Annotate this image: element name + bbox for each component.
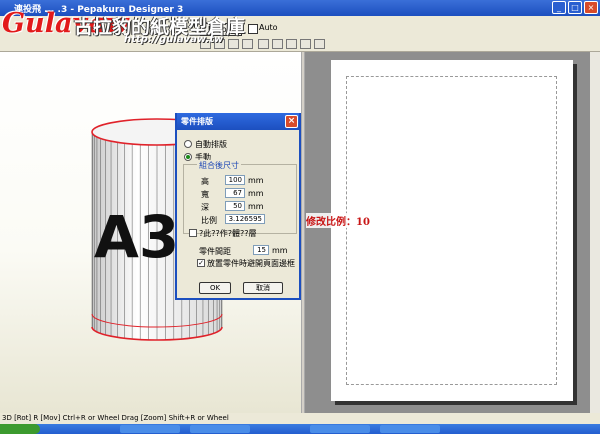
2d-view-pane[interactable] [305,52,600,413]
auto-label: Auto [259,23,278,32]
logo-url: http://gulavaw.tw [124,34,224,45]
start-button[interactable] [0,424,40,434]
scale-label: 比例 [201,216,217,225]
depth-unit: mm [248,202,264,211]
zoom-out-icon[interactable] [300,39,311,49]
avoid-border-label: 放置零件時避開頁面邊框 [207,259,295,268]
depth-field[interactable]: 50 [225,201,245,211]
parts-layout-dialog: 零件排版 × 自動排版 手動 組合後尺寸 高 100 mm 寬 67 mm 深 … [175,113,301,300]
close-window-button[interactable]: × [584,1,598,14]
height-unit: mm [248,176,264,185]
width-unit: mm [248,189,264,198]
print-area-border [346,76,557,385]
ok-button[interactable]: OK [199,282,231,294]
spacing-label: 零件間距 [199,247,231,256]
minimize-button[interactable]: _ [552,1,566,14]
taskbar-item[interactable] [380,425,440,433]
status-text: 3D [Rot] R [Mov] Ctrl+R or Wheel Drag [Z… [2,414,229,422]
manual-radio[interactable] [184,153,192,161]
size-group-title: 組合後尺寸 [197,160,241,171]
spacing-field[interactable]: 15 [253,245,269,255]
cancel-button[interactable]: 取消 [243,282,283,294]
taskbar-item[interactable] [190,425,250,433]
keep-ratio-checkbox[interactable] [189,229,197,237]
dialog-title-text: 零件排版 [181,117,213,126]
paper-sheet [331,60,573,401]
scale-field[interactable]: 3.126595 [225,214,265,224]
taskbar-item[interactable] [310,425,370,433]
auto-layout-label: 自動排版 [195,140,227,149]
dialog-close-button[interactable]: × [285,115,298,128]
avoid-border-checkbox[interactable]: ✓ [197,259,205,267]
keep-ratio-label: ?此??作?體??層 [199,229,257,238]
taskbar [0,424,600,434]
fit-view-icon[interactable] [314,39,325,49]
width-label: 寬 [201,190,209,199]
width-field[interactable]: 67 [225,188,245,198]
maximize-button[interactable]: □ [568,1,582,14]
height-label: 高 [201,177,209,186]
dialog-title[interactable]: 零件排版 [177,113,299,130]
height-field[interactable]: 100 [225,175,245,185]
status-bar: 3D [Rot] R [Mov] Ctrl+R or Wheel Drag [Z… [0,413,600,424]
flap-tool-icon[interactable] [272,39,283,49]
taskbar-item[interactable] [120,425,180,433]
watermark-logo: Gulavaw 古拉豹的紙模型倉庫 http://gulavaw.tw [2,2,260,48]
zoom-in-icon[interactable] [286,39,297,49]
depth-label: 深 [201,203,209,212]
annotation-text: 修改比例：10 [306,213,370,228]
vertical-scrollbar[interactable] [590,52,600,413]
auto-layout-radio[interactable] [184,140,192,148]
spacing-unit: mm [272,246,288,255]
